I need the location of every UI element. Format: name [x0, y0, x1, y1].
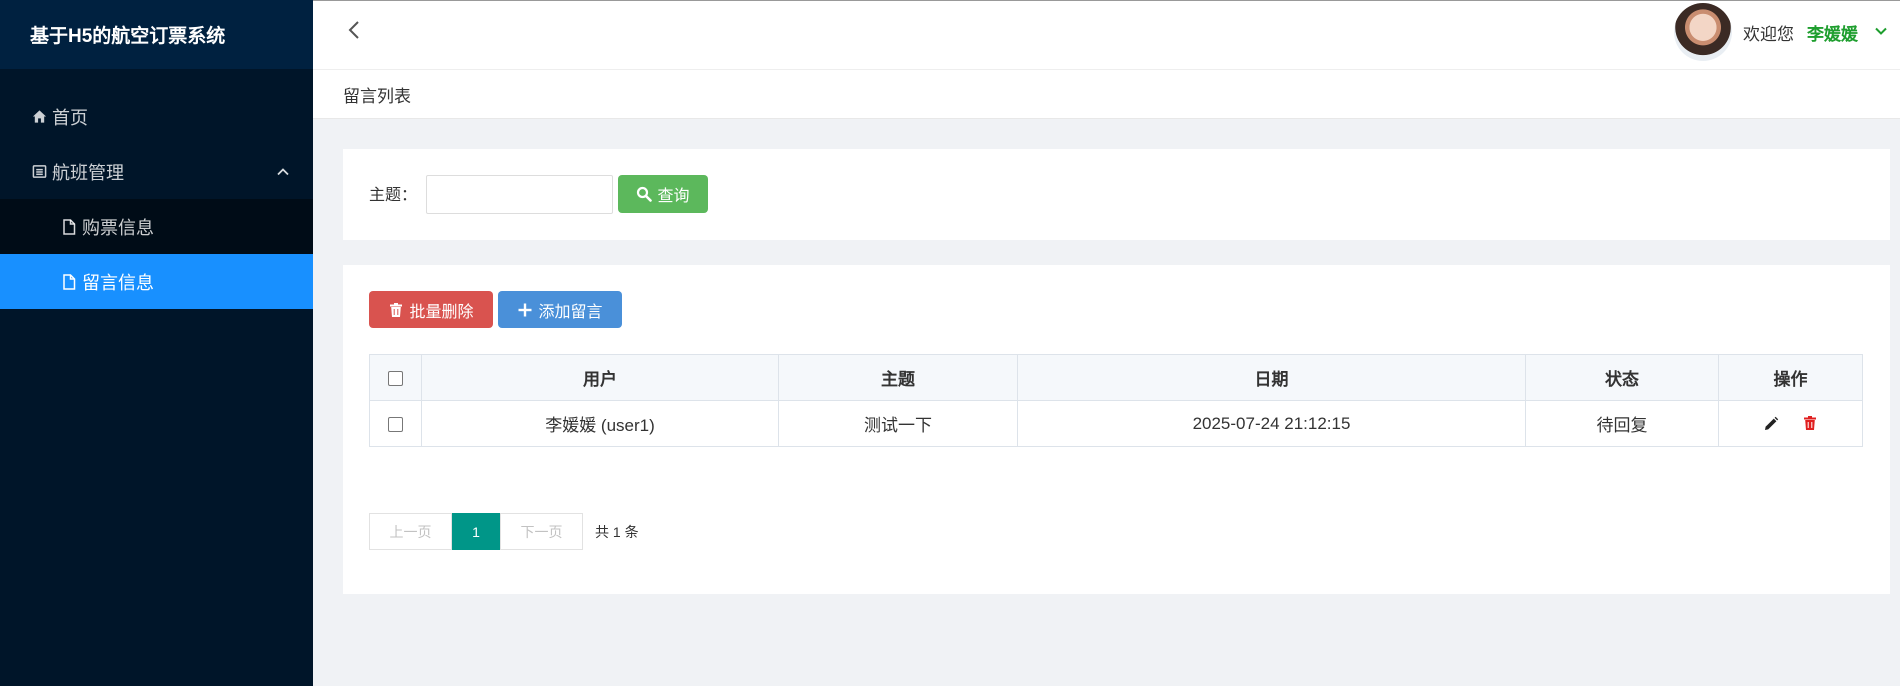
chevron-left-icon[interactable] — [345, 19, 365, 41]
current-page-button[interactable]: 1 — [452, 513, 500, 550]
delete-icon[interactable] — [1801, 415, 1819, 433]
pagination: 上一页 1 下一页 共 1 条 — [369, 513, 639, 550]
breadcrumb-current: 留言列表 — [343, 86, 411, 106]
add-message-label: 添加留言 — [538, 303, 603, 321]
trash-icon — [388, 302, 404, 318]
next-page-button[interactable]: 下一页 — [500, 513, 583, 550]
select-all-cell — [369, 354, 422, 401]
column-header-subject: 主题 — [778, 354, 1018, 401]
sidebar-header: 基于H5的航空订票系统 — [0, 0, 313, 69]
add-message-button[interactable]: 添加留言 — [498, 291, 622, 328]
username[interactable]: 李媛媛 — [1807, 20, 1858, 45]
avatar[interactable] — [1674, 3, 1732, 61]
list-icon — [30, 163, 48, 181]
search-label: 主题： — [369, 187, 418, 204]
row-select-cell — [369, 400, 422, 447]
table-header-row: 用户 主题 日期 状态 操作 — [369, 354, 1863, 401]
sidebar-item-label: 留言信息 — [82, 272, 154, 293]
edit-icon[interactable] — [1762, 415, 1780, 433]
sidebar-item-label: 首页 — [52, 107, 88, 128]
table-row: 李媛媛 (user1) 测试一下 2025-07-24 21:12:15 待回复 — [369, 400, 1863, 447]
cell-subject: 测试一下 — [778, 400, 1018, 447]
search-icon — [636, 186, 653, 202]
select-all-checkbox[interactable] — [388, 370, 403, 386]
top-bar: 欢迎您 李媛媛 — [313, 0, 1900, 70]
search-panel: 主题： 查询 — [343, 149, 1890, 240]
submenu-flight-management: 购票信息 留言信息 — [0, 199, 313, 309]
app-title: 基于H5的航空订票系统 — [30, 26, 226, 47]
search-button[interactable]: 查询 — [618, 175, 708, 213]
search-button-label: 查询 — [657, 188, 690, 205]
batch-delete-button[interactable]: 批量删除 — [369, 291, 493, 328]
cell-status: 待回复 — [1525, 400, 1719, 447]
column-header-status: 状态 — [1525, 354, 1719, 401]
main-panel: 批量删除 添加留言 用户 主题 日期 状态 操作 李媛媛 (user1) 测试一… — [343, 265, 1890, 594]
sidebar-item-flight-management[interactable]: 航班管理 — [0, 144, 313, 199]
total-count: 共 1 条 — [595, 523, 639, 540]
sidebar: 基于H5的航空订票系统 首页 航班管理 购票信息 留言信息 — [0, 0, 313, 686]
column-header-actions: 操作 — [1718, 354, 1863, 401]
file-icon — [60, 218, 78, 236]
subject-search-input[interactable] — [426, 175, 613, 214]
breadcrumb: 留言列表 — [313, 70, 1900, 119]
cell-actions — [1718, 400, 1863, 447]
column-header-date: 日期 — [1017, 354, 1526, 401]
chevron-down-icon[interactable] — [1873, 23, 1889, 39]
sidebar-item-home[interactable]: 首页 — [0, 89, 313, 144]
messages-table: 用户 主题 日期 状态 操作 李媛媛 (user1) 测试一下 2025-07-… — [369, 354, 1863, 447]
sidebar-item-messages[interactable]: 留言信息 — [0, 254, 313, 309]
plus-icon — [517, 302, 533, 318]
welcome-text: 欢迎您 — [1743, 25, 1794, 44]
sidebar-menu: 首页 航班管理 购票信息 留言信息 — [0, 89, 313, 309]
sidebar-item-ticket-info[interactable]: 购票信息 — [0, 199, 313, 254]
cell-user: 李媛媛 (user1) — [421, 400, 779, 447]
batch-delete-label: 批量删除 — [409, 303, 474, 321]
file-icon — [60, 273, 78, 291]
sidebar-item-label: 航班管理 — [52, 162, 124, 183]
chevron-up-icon — [275, 164, 291, 180]
row-checkbox[interactable] — [388, 416, 403, 432]
column-header-user: 用户 — [421, 354, 779, 401]
prev-page-button[interactable]: 上一页 — [369, 513, 452, 550]
sidebar-item-label: 购票信息 — [82, 217, 154, 238]
home-icon — [30, 108, 48, 126]
cell-date: 2025-07-24 21:12:15 — [1017, 400, 1526, 447]
